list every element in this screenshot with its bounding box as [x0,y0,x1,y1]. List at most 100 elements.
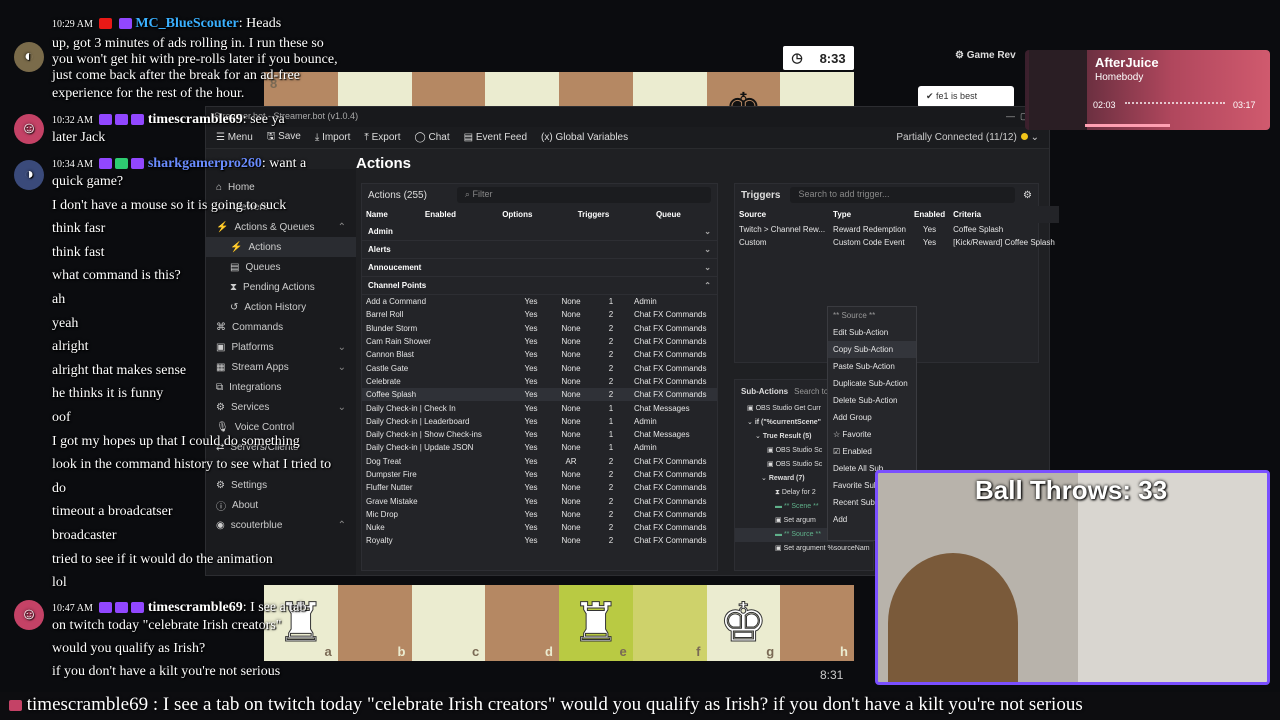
table-cell: Yes [524,323,538,333]
table-row[interactable]: Grave Mistake Yes None 2 Chat FX Commands [362,494,717,507]
export-button[interactable]: ⤒ Export [364,132,400,143]
white-king-icon[interactable]: ♚ [719,595,768,650]
table-row[interactable]: Castle Gate Yes None 2 Chat FX Commands [362,361,717,374]
message-text: : I see a tab [242,600,307,615]
message-text: : want a [261,156,307,171]
table-cell: 2 [608,483,614,493]
menu-item-duplicate[interactable]: Duplicate Sub-Action [828,375,916,392]
table-row[interactable]: Add a Command Yes None 1 Admin [362,295,717,308]
table-cell: Yes [524,310,538,320]
actions-filter-input[interactable]: ⌕ Filter [456,187,711,203]
chevron-down-icon: ⌄ [704,245,711,254]
table-cell: 2 [608,496,614,506]
table-row[interactable]: Daily Check-in | Leaderboard Yes None 1 Admi… [362,415,717,428]
track-title: AfterJuice [1095,55,1159,70]
username[interactable]: timescramble69 [148,600,243,615]
chat-button[interactable]: ◯ Chat [415,132,450,143]
board-square: ♜ e [559,585,633,661]
timestamp: 10:29 AM [52,19,93,30]
column-header[interactable]: Criteria [949,206,1059,223]
column-header[interactable]: Name [362,206,421,223]
settings-icon[interactable]: ⚙ [1023,190,1032,201]
table-row[interactable]: Daily Check-in | Show Check-ins Yes None 1 C… [362,428,717,441]
table-cell: Barrel Roll [366,310,404,320]
table-row[interactable]: Dumpster Fire Yes None 2 Chat FX Commands [362,468,717,481]
username[interactable]: sharkgamerpro260 [148,156,262,171]
username[interactable]: MC_BlueScouter [135,16,238,31]
table-row[interactable]: Twitch > Channel Rew... Reward Redemption… [735,223,1059,236]
column-header[interactable]: Triggers [573,206,652,223]
table-row[interactable]: Barrel Roll Yes None 2 Chat FX Commands [362,308,717,321]
table-row[interactable]: Custom Custom Code Event Yes [Kick/Reward] … [735,236,1059,249]
menu-item-add-group[interactable]: Add Group [828,409,916,426]
table-row[interactable]: Blunder Storm Yes None 2 Chat FX Commands [362,322,717,335]
global-variables-button[interactable]: (x) Global Variables [541,132,628,143]
file-label: f [696,644,701,659]
best-move-box: ✔ fe1 is best [918,86,1014,108]
menu-item-enabled[interactable]: ☑ Enabled [828,443,916,460]
message-line: alright [52,339,89,355]
table-cell: None [561,323,581,333]
menu-item-edit[interactable]: Edit Sub-Action [828,324,916,341]
username[interactable]: timescramble69 [148,112,243,127]
white-rook-icon[interactable]: ♜ [571,595,620,650]
group-alerts[interactable]: Alerts ⌄ [362,241,717,259]
game-review-label: Game Rev [966,50,1016,61]
menu-item-delete[interactable]: Delete Sub-Action [828,392,916,409]
chevron-down-icon: ⌄ [704,227,711,236]
table-cell: Chat FX Commands [634,509,707,519]
table-cell: 1 [608,416,614,426]
table-row[interactable]: Mic Drop Yes None 2 Chat FX Commands [362,508,717,521]
message-line: later Jack [52,130,106,145]
menu-item-favorite[interactable]: ☆ Favorite [828,426,916,443]
trigger-search-input[interactable]: Search to add trigger... [790,187,1016,203]
badge-icon [115,158,129,170]
album-art [1029,50,1087,130]
triggers-header: Triggers Search to add trigger... ⚙ [735,184,1038,206]
table-row[interactable]: Cam Rain Shower Yes None 2 Chat FX Commands [362,335,717,348]
group-admin[interactable]: Admin ⌄ [362,223,717,241]
table-row[interactable]: Nuke Yes None 2 Chat FX Commands [362,521,717,534]
group-annoucement[interactable]: Annoucement ⌄ [362,259,717,277]
table-cell: Yes [524,483,538,493]
message-line: experience for the rest of the hour. [52,86,245,101]
subactions-label: Sub-Actions [741,386,789,396]
table-cell: Chat FX Commands [634,456,707,466]
table-cell: Chat FX Commands [634,483,707,493]
table-cell: 2 [592,388,630,402]
column-header[interactable]: Enabled [420,206,499,223]
event-feed-button[interactable]: ▤ Event Feed [464,132,527,143]
connection-status[interactable]: Partially Connected (11/12) ⌄ [896,132,1039,143]
table-cell: 2 [608,363,614,373]
table-row[interactable]: Coffee Splash Yes None 2 Chat FX Commands [362,388,717,402]
tree-item[interactable]: ▣ Set argument %sourceNam [735,542,873,556]
message-line: timeout a broadcatser [52,504,173,520]
table-cell: Daily Check-in | Leaderboard [366,416,470,426]
table-row[interactable]: Fluffer Nutter Yes None 2 Chat FX Commands [362,481,717,494]
table-cell: 1 [608,403,614,413]
table-cell: 2 [608,323,614,333]
progress-bar [1085,124,1170,127]
column-header[interactable]: Enabled [909,206,950,223]
table-cell: Yes [524,403,538,413]
table-row[interactable]: Dog Treat Yes AR 2 Chat FX Commands [362,455,717,468]
column-header[interactable]: Type [829,206,910,223]
column-header[interactable]: Queue [651,206,717,223]
table-cell: Chat Messages [634,430,690,440]
table-row[interactable]: Cannon Blast Yes None 2 Chat FX Commands [362,348,717,361]
group-channel-points[interactable]: Channel Points ⌃ [362,277,717,295]
table-row[interactable]: Celebrate Yes None 2 Chat FX Commands [362,375,717,388]
table-row[interactable]: Royalty Yes None 2 Chat FX Commands [362,534,717,547]
table-cell: Chat FX Commands [634,536,707,546]
menu-item-paste[interactable]: Paste Sub-Action [828,358,916,375]
chat-message-header: 10:34 AM sharkgamerpro260: want a [52,156,306,172]
table-row[interactable]: Daily Check-in | Check In Yes None 1 Chat Me… [362,401,717,414]
menu-item-copy[interactable]: Copy Sub-Action [828,341,916,358]
avatar: ◑ [14,160,44,190]
column-header[interactable]: Source [735,206,830,223]
table-row[interactable]: Daily Check-in | Update JSON Yes None 1 Admi… [362,441,717,454]
actions-panel: Actions (255) ⌕ Filter Name Enabled Opti… [361,183,718,571]
chat-ticker: timescramble69 : I see a tab on twitch t… [0,692,1280,720]
column-header[interactable]: Options [498,206,574,223]
best-move-text: fe1 is best [936,91,978,101]
